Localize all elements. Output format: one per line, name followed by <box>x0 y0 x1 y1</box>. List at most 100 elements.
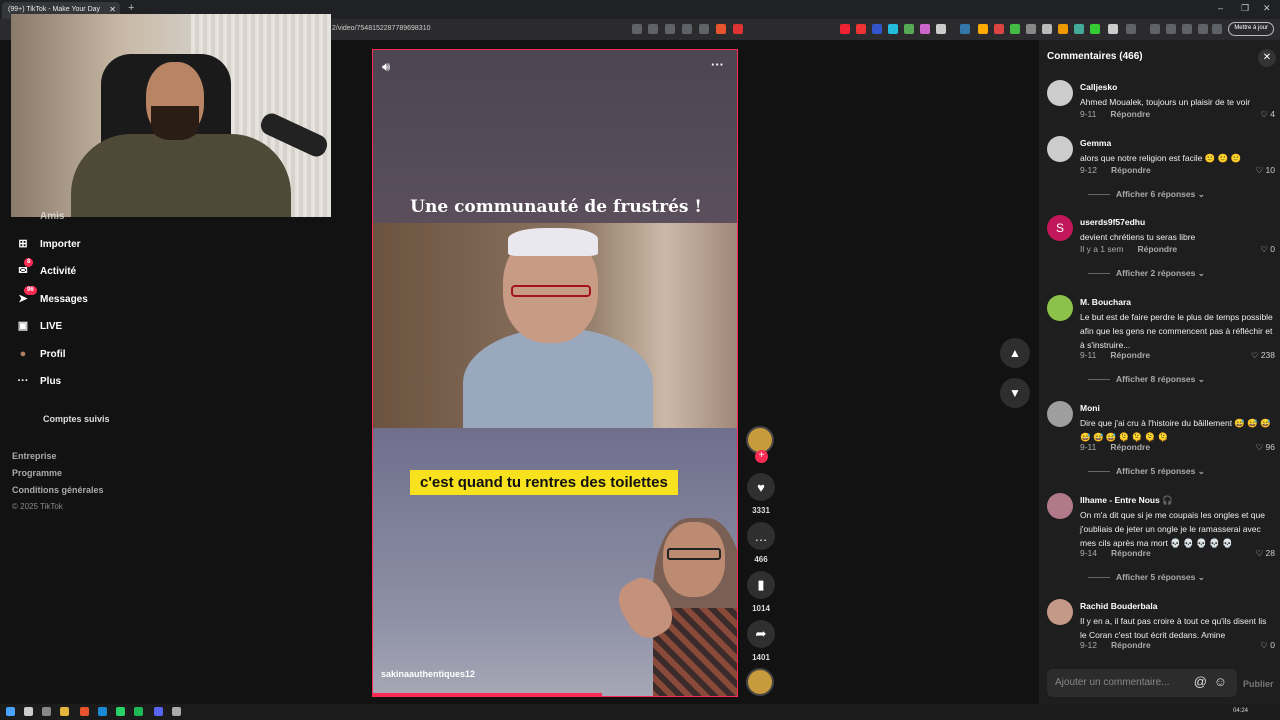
footer-link[interactable]: Conditions générales <box>12 485 104 495</box>
commenter-name[interactable]: userds9f57edhu <box>1080 217 1145 227</box>
extension-icon[interactable] <box>994 24 1004 34</box>
commenter-name[interactable]: Gemma <box>1080 138 1111 148</box>
brave-shield-icon[interactable] <box>716 24 726 34</box>
close-window-button[interactable]: ✕ <box>1263 3 1271 14</box>
share-icon[interactable]: ➦ <box>747 620 775 648</box>
sidebar-icon[interactable] <box>1166 24 1176 34</box>
commenter-name[interactable]: Moni <box>1080 403 1100 413</box>
following-accounts-link[interactable]: Comptes suivis <box>43 414 110 424</box>
extension-icon[interactable] <box>978 24 988 34</box>
vpn-icon[interactable] <box>1212 24 1222 34</box>
wallet-icon[interactable] <box>1182 24 1192 34</box>
commenter-avatar[interactable] <box>1047 295 1073 321</box>
reply-button[interactable]: Répondre <box>1110 350 1150 360</box>
extension-icon[interactable] <box>1108 24 1118 34</box>
file-explorer-icon[interactable] <box>60 707 69 716</box>
sidebar-item-activity[interactable]: ✉ 8 Activité <box>16 258 76 281</box>
new-tab-button[interactable]: + <box>128 2 134 14</box>
comment-action[interactable]: … 466 <box>746 522 776 564</box>
commenter-avatar[interactable] <box>1047 136 1073 162</box>
leo-icon[interactable] <box>1198 24 1208 34</box>
sound-disc[interactable] <box>746 668 776 696</box>
commenter-avatar[interactable] <box>1047 401 1073 427</box>
url-field[interactable]: 2/video/7548152287789698310 <box>332 25 431 32</box>
comment-like[interactable]: ♡ 0 <box>1260 640 1275 651</box>
show-replies-button[interactable]: Afficher 5 réponses ⌄ <box>1088 572 1205 583</box>
extension-icon[interactable] <box>888 24 898 34</box>
volume-icon[interactable]: 🔊︎ <box>382 59 390 75</box>
task-view-icon[interactable] <box>42 707 51 716</box>
reply-button[interactable]: Répondre <box>1137 244 1177 254</box>
commenter-avatar[interactable] <box>1047 493 1073 519</box>
reply-button[interactable]: Répondre <box>1111 640 1151 650</box>
extension-icon[interactable] <box>856 24 866 34</box>
reply-button[interactable]: Répondre <box>1111 548 1151 558</box>
comment-icon[interactable]: … <box>747 522 775 550</box>
sidebar-item-more[interactable]: ··· Plus <box>16 371 62 391</box>
like-action[interactable]: ♥ 3331 <box>746 473 776 515</box>
extension-icon[interactable] <box>1074 24 1084 34</box>
extension-icon[interactable] <box>920 24 930 34</box>
zoom-icon[interactable] <box>682 24 692 34</box>
bookmark-icon[interactable]: ▮ <box>747 571 775 599</box>
extension-icon[interactable] <box>840 24 850 34</box>
extension-icon[interactable] <box>648 24 658 34</box>
video-author[interactable]: sakinaauthentiques12 <box>381 669 475 679</box>
footer-link[interactable]: Programme <box>12 468 62 478</box>
translate-icon[interactable] <box>665 24 675 34</box>
footer-link[interactable]: Entreprise <box>12 451 57 461</box>
whatsapp-icon[interactable] <box>116 707 125 716</box>
minimize-button[interactable]: – <box>1218 3 1223 13</box>
previous-video-button[interactable]: ▲ <box>1000 338 1030 368</box>
author-avatar[interactable]: + <box>746 426 776 463</box>
commenter-name[interactable]: Calljesko <box>1080 82 1117 92</box>
commenter-name[interactable]: Ilhame - Entre Nous 🎧 <box>1080 495 1173 506</box>
extension-icon[interactable] <box>1042 24 1052 34</box>
commenter-name[interactable]: M. Bouchara <box>1080 297 1131 307</box>
tab-close-icon[interactable]: ✕ <box>109 5 116 14</box>
brave-rewards-icon[interactable] <box>733 24 743 34</box>
extension-icon[interactable] <box>1010 24 1020 34</box>
commenter-avatar[interactable] <box>1047 599 1073 625</box>
more-options-icon[interactable]: ··· <box>711 57 724 72</box>
extension-icon[interactable] <box>936 24 946 34</box>
comment-like[interactable]: ♡ 96 <box>1256 442 1275 453</box>
heart-icon[interactable]: ♥ <box>747 473 775 501</box>
commenter-avatar[interactable]: S <box>1047 215 1073 241</box>
extension-icon[interactable] <box>1026 24 1036 34</box>
comment-input[interactable]: Ajouter un commentaire... @ ☺ <box>1047 669 1237 697</box>
comment-like[interactable]: ♡ 238 <box>1251 350 1275 361</box>
extension-icon[interactable] <box>1058 24 1068 34</box>
video-progress-bar[interactable] <box>373 693 603 696</box>
extension-icon[interactable] <box>960 24 970 34</box>
spotify-icon[interactable] <box>134 707 143 716</box>
extension-icon[interactable] <box>904 24 914 34</box>
show-replies-button[interactable]: Afficher 8 réponses ⌄ <box>1088 374 1205 385</box>
puzzle-icon[interactable] <box>1126 24 1136 34</box>
maximize-button[interactable]: ❐ <box>1241 3 1249 14</box>
brave-browser-icon[interactable] <box>80 707 89 716</box>
app-icon[interactable] <box>98 707 107 716</box>
reply-button[interactable]: Répondre <box>1110 109 1150 119</box>
search-icon[interactable] <box>24 707 33 716</box>
reply-button[interactable]: Répondre <box>1111 165 1151 175</box>
share-action[interactable]: ➦ 1401 <box>746 620 776 662</box>
video-player[interactable]: Une communauté de frustrés ! c'est quand… <box>372 49 738 697</box>
comment-like[interactable]: ♡ 4 <box>1260 109 1275 120</box>
show-replies-button[interactable]: Afficher 2 réponses ⌄ <box>1088 268 1205 279</box>
sidebar-item-friends[interactable]: Amis <box>16 206 64 226</box>
show-replies-button[interactable]: Afficher 6 réponses ⌄ <box>1088 189 1205 200</box>
obs-icon[interactable] <box>172 707 181 716</box>
extension-icon[interactable] <box>1090 24 1100 34</box>
next-video-button[interactable]: ▼ <box>1000 378 1030 408</box>
emoji-icon[interactable]: ☺ <box>1214 674 1227 689</box>
show-replies-button[interactable]: Afficher 5 réponses ⌄ <box>1088 466 1205 477</box>
commenter-name[interactable]: Rachid Bouderbala <box>1080 601 1157 611</box>
comment-like[interactable]: ♡ 10 <box>1256 165 1275 176</box>
music-disc-icon[interactable] <box>746 668 774 696</box>
reply-button[interactable]: Répondre <box>1110 442 1150 452</box>
playlist-icon[interactable] <box>1150 24 1160 34</box>
follow-plus-icon[interactable]: + <box>755 450 768 463</box>
sidebar-item-messages[interactable]: ➤ 96 Messages <box>16 286 88 309</box>
save-action[interactable]: ▮ 1014 <box>746 571 776 613</box>
